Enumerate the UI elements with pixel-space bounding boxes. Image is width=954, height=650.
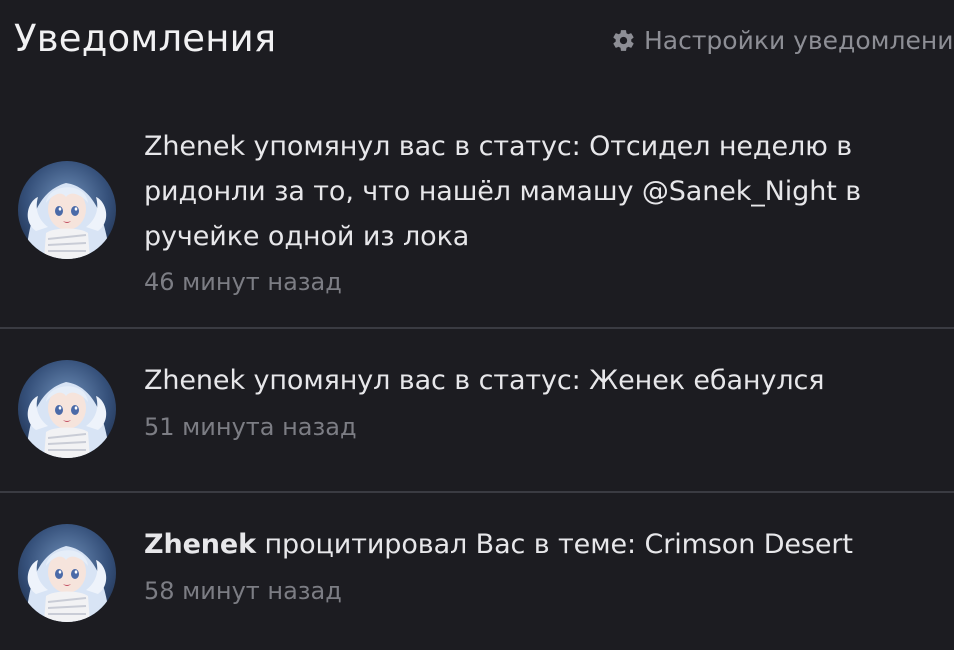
- avatar[interactable]: [18, 360, 116, 458]
- notification-action: упомянул вас в статус:: [244, 365, 590, 396]
- notification-item[interactable]: Zhenek упомянул вас в статус: Женек ебан…: [0, 329, 954, 492]
- notification-item[interactable]: Zhenek процитировал Вас в теме: Crimson …: [0, 493, 954, 650]
- notification-time: 46 минут назад: [144, 268, 342, 296]
- notification-item[interactable]: Zhenek упомянул вас в статус: Отсидел не…: [0, 98, 954, 328]
- notification-text: Zhenek процитировал Вас в теме: Crimson …: [144, 522, 934, 567]
- notification-settings-link[interactable]: Настройки уведомлени: [611, 22, 953, 58]
- settings-label: Настройки уведомлени: [644, 25, 954, 55]
- notification-user-link[interactable]: Zhenek: [144, 365, 245, 396]
- notification-content-link[interactable]: Женек ебанулся: [589, 365, 824, 396]
- gear-icon: [611, 28, 636, 53]
- notification-text: Zhenek упомянул вас в статус: Женек ебан…: [144, 358, 934, 403]
- header: Уведомления Настройки уведомлени: [0, 0, 954, 80]
- notification-user-link[interactable]: Zhenek: [144, 131, 245, 162]
- notification-time: 58 минут назад: [144, 577, 342, 605]
- notifications-page: Уведомления Настройки уведомлени Zhenek …: [0, 0, 954, 650]
- avatar[interactable]: [18, 524, 116, 622]
- avatar[interactable]: [18, 161, 116, 259]
- notification-user-link[interactable]: Zhenek: [144, 529, 256, 560]
- notification-action: процитировал Вас в теме:: [256, 529, 645, 560]
- notification-text: Zhenek упомянул вас в статус: Отсидел не…: [144, 124, 934, 259]
- notification-time: 51 минута назад: [144, 413, 357, 441]
- notification-content-link[interactable]: Crimson Desert: [644, 529, 853, 560]
- notification-action: упомянул вас в статус:: [244, 131, 590, 162]
- page-title: Уведомления: [14, 17, 277, 60]
